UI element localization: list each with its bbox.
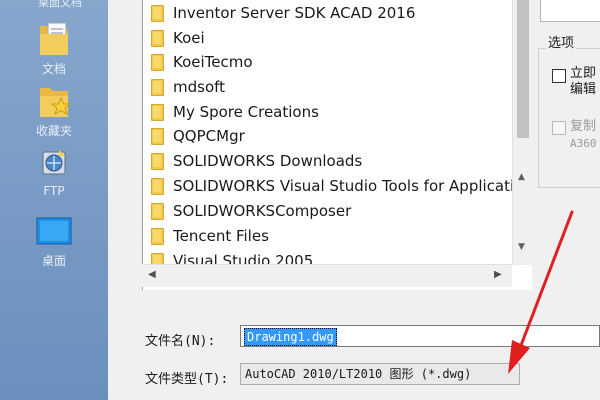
place-label-ftp: FTP — [43, 184, 65, 198]
place-item-documents[interactable]: 文档 — [0, 18, 108, 77]
folder-icon — [151, 4, 164, 22]
option1-line2: 编辑 — [570, 82, 597, 97]
filename-value: Drawing1.dwg — [244, 328, 337, 346]
place-item-ftp[interactable]: FTP — [0, 146, 108, 198]
dialog-frame — [108, 0, 142, 300]
place-label-favorites: 收藏夹 — [35, 124, 72, 138]
folder-icon — [151, 227, 164, 245]
list-item[interactable]: Tencent Files — [151, 224, 269, 248]
folder-icon — [151, 78, 164, 96]
folder-icon — [151, 202, 164, 220]
options-panel: 选项 立即 编辑 复制 A360 — [532, 0, 600, 300]
place-label-desktop: 桌面 — [41, 254, 66, 268]
folder-icon — [151, 127, 164, 145]
copy-a360-checkbox[interactable] — [552, 121, 566, 135]
list-item[interactable]: SOLIDWORKSComposer — [151, 199, 351, 223]
folder-icon — [151, 29, 164, 47]
places-bar: 桌面文档 文档 收藏夹 FTP 桌面 — [0, 0, 108, 400]
filename-input[interactable]: Drawing1.dwg — [240, 325, 600, 347]
place-label-documents: 文档 — [41, 62, 66, 76]
list-item[interactable]: mdsoft — [151, 75, 225, 99]
ftp-icon — [42, 150, 66, 175]
filetype-value: AutoCAD 2010/LT2010 图形 (*.dwg) — [245, 367, 472, 381]
place-item-desktop[interactable]: 桌面 — [0, 214, 108, 269]
document-folder-icon — [40, 22, 68, 55]
list-item[interactable]: QQPCMgr — [151, 124, 245, 148]
scroll-down-arrow-icon[interactable]: ▼ — [518, 242, 525, 252]
place-item-favorites[interactable]: 收藏夹 — [0, 80, 108, 139]
list-item[interactable]: Inventor Server SDK ACAD 2016 — [151, 1, 415, 25]
list-item[interactable]: Koei — [151, 26, 205, 50]
list-item[interactable]: SOLIDWORKS Downloads — [151, 149, 362, 173]
filetype-label: 文件类型(T): — [145, 372, 229, 387]
list-item[interactable]: KoeiTecmo — [151, 50, 253, 74]
folder-icon — [151, 103, 164, 121]
desktop-icon — [36, 217, 72, 245]
scrollbar-thumb[interactable] — [517, 0, 529, 138]
filename-label: 文件名(N): — [145, 334, 216, 349]
scroll-left-arrow-icon[interactable]: ◀ — [148, 269, 156, 280]
open-immediately-checkbox[interactable] — [552, 69, 566, 83]
folder-icon — [151, 53, 164, 71]
favorites-folder-icon — [40, 88, 71, 117]
list-item[interactable]: SOLIDWORKS Visual Studio Tools for Appli… — [151, 174, 528, 198]
scroll-up-arrow-icon[interactable]: ▲ — [518, 172, 525, 182]
option1-line1: 立即 — [570, 66, 597, 81]
folder-icon — [151, 152, 164, 170]
option2-line2: A360 — [570, 137, 597, 150]
place-label-partial: 桌面文档 — [38, 0, 82, 9]
folder-icon — [151, 177, 164, 195]
horizontal-scrollbar[interactable]: ◀ ▶ — [142, 264, 512, 287]
file-list[interactable]: Inventor Server SDK ACAD 2016 Koei KoeiT… — [142, 0, 534, 290]
scroll-right-arrow-icon[interactable]: ▶ — [494, 269, 502, 280]
option2-line1: 复制 — [570, 119, 597, 134]
options-title: 选项 — [546, 32, 577, 51]
list-item[interactable]: My Spore Creations — [151, 100, 319, 124]
vertical-scrollbar[interactable]: ▲ ▼ — [512, 0, 533, 265]
preview-box — [540, 0, 600, 22]
footer-edge — [520, 363, 600, 385]
filetype-select[interactable]: AutoCAD 2010/LT2010 图形 (*.dwg) — [240, 363, 520, 385]
